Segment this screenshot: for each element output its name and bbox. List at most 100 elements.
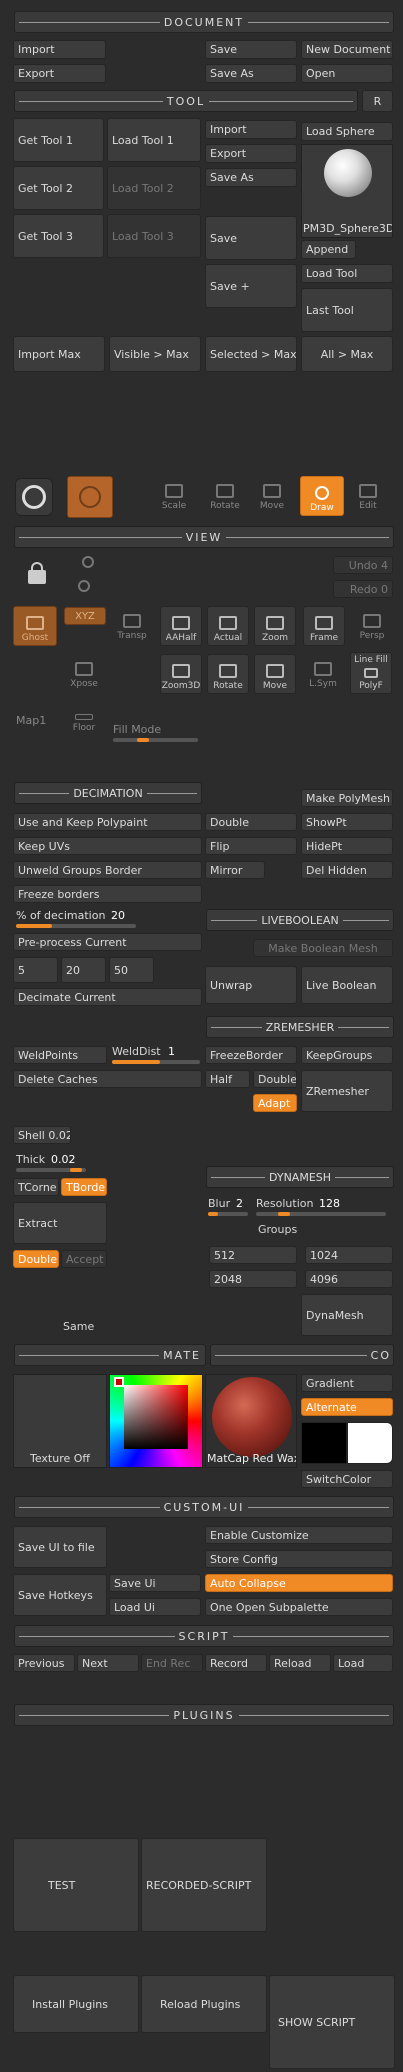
alternate-button[interactable]: Alternate: [301, 1398, 393, 1416]
freeze-borders-button[interactable]: Freeze borders: [13, 885, 202, 903]
get-tool-1-button[interactable]: Get Tool 1: [13, 118, 104, 162]
end-rec-button[interactable]: End Rec: [141, 1654, 203, 1672]
lock-icon[interactable]: [22, 560, 52, 588]
undo-button[interactable]: Undo 4: [333, 556, 393, 574]
make-polymesh-button[interactable]: Make PolyMesh: [301, 789, 393, 807]
redo-button[interactable]: Redo 0: [333, 580, 393, 598]
new-document-button[interactable]: New Document: [301, 40, 393, 59]
save-ui-button[interactable]: Save Ui: [109, 1574, 201, 1592]
preprocess-current-button[interactable]: Pre-process Current: [13, 933, 202, 951]
get-tool-3-button[interactable]: Get Tool 3: [13, 214, 104, 258]
use-keep-polypaint-button[interactable]: Use and Keep Polypaint: [13, 813, 202, 831]
color-header[interactable]: CO: [210, 1344, 394, 1366]
ghost-button[interactable]: Ghost: [13, 606, 57, 646]
document-export-button[interactable]: Export: [13, 64, 106, 83]
frame-button[interactable]: Frame: [303, 606, 345, 646]
switchcolor-button[interactable]: SwitchColor: [301, 1470, 393, 1488]
blur-slider[interactable]: Blur 2: [205, 1196, 251, 1218]
color-picker-saturation-square[interactable]: [124, 1385, 188, 1449]
get-tool-2-button[interactable]: Get Tool 2: [13, 166, 104, 210]
gradient-button[interactable]: Gradient: [301, 1374, 393, 1392]
tool-header[interactable]: TOOL: [14, 90, 358, 112]
recorded-script-button[interactable]: RECORDED-SCRIPT: [141, 1838, 267, 1932]
unweld-groups-border-button[interactable]: Unweld Groups Border: [13, 861, 202, 879]
document-import-button[interactable]: Import: [13, 40, 106, 59]
load-sphere-button[interactable]: Load Sphere: [301, 122, 393, 141]
resolution-4096-button[interactable]: 4096: [305, 1270, 393, 1288]
make-boolean-mesh-button[interactable]: Make Boolean Mesh: [253, 939, 393, 957]
tool-r-button[interactable]: R: [362, 90, 393, 112]
transp-button[interactable]: Transp: [112, 608, 152, 644]
visible-max-button[interactable]: Visible > Max: [109, 336, 201, 372]
secondary-color-swatch[interactable]: [347, 1422, 393, 1464]
decimate-preset-50-button[interactable]: 50: [109, 957, 154, 983]
store-config-button[interactable]: Store Config: [205, 1550, 393, 1568]
dynamesh-button[interactable]: DynaMesh: [301, 1294, 393, 1336]
tool-export-button[interactable]: Export: [205, 144, 297, 163]
load-tool-3-button[interactable]: Load Tool 3: [107, 214, 201, 258]
material-header[interactable]: MATE: [14, 1344, 206, 1366]
zremesher-button[interactable]: ZRemesher: [301, 1070, 393, 1112]
selected-max-button[interactable]: Selected > Max: [205, 336, 297, 372]
color-picker[interactable]: [109, 1374, 203, 1468]
load-tool-1-button[interactable]: Load Tool 1: [107, 118, 201, 162]
decimate-preset-20-button[interactable]: 20: [61, 957, 106, 983]
decimate-preset-5-button[interactable]: 5: [13, 957, 58, 983]
decimate-current-button[interactable]: Decimate Current: [13, 988, 202, 1006]
decimation-header[interactable]: DECIMATION: [14, 782, 202, 804]
brush-sphere-icon[interactable]: [67, 476, 113, 518]
load-tool-button[interactable]: Load Tool: [301, 264, 393, 283]
load-ui-button[interactable]: Load Ui: [109, 1598, 201, 1616]
thick-slider[interactable]: Thick 0.02: [13, 1152, 107, 1174]
load-tool-2-button[interactable]: Load Tool 2: [107, 166, 201, 210]
del-hidden-button[interactable]: Del Hidden: [301, 861, 393, 879]
flip-button[interactable]: Flip: [205, 837, 297, 855]
sphere-tool-thumbnail[interactable]: PM3D_Sphere3D: [301, 144, 393, 238]
view-move-button[interactable]: Move: [254, 654, 296, 694]
tool-import-button[interactable]: Import: [205, 120, 297, 139]
double-button[interactable]: Double: [205, 813, 297, 831]
one-open-subpalette-button[interactable]: One Open Subpalette: [205, 1598, 393, 1616]
xpose-button[interactable]: Xpose: [64, 656, 104, 692]
live-boolean-button[interactable]: Live Boolean: [301, 966, 393, 1004]
view-rotate-button[interactable]: Rotate: [207, 654, 249, 694]
test-button[interactable]: TEST: [13, 1838, 139, 1932]
resolution-2048-button[interactable]: 2048: [209, 1270, 297, 1288]
scale-mode-button[interactable]: Scale: [158, 478, 190, 514]
next-button[interactable]: Next: [77, 1654, 139, 1672]
extract-button[interactable]: Extract: [13, 1202, 107, 1244]
document-save-button[interactable]: Save: [205, 40, 297, 59]
welddist-slider[interactable]: WeldDist 1: [109, 1044, 202, 1066]
install-plugins-button[interactable]: Install Plugins: [13, 1975, 139, 2033]
reload-button[interactable]: Reload: [269, 1654, 331, 1672]
fill-mode-slider[interactable]: [113, 738, 198, 742]
mirror-button[interactable]: Mirror: [205, 861, 265, 879]
auto-collapse-button[interactable]: Auto Collapse: [205, 1574, 393, 1592]
unwrap-button[interactable]: Unwrap: [205, 966, 297, 1004]
accept-button[interactable]: Accept: [61, 1250, 107, 1268]
fill-mode-slider-handle[interactable]: [137, 738, 149, 742]
keep-uvs-button[interactable]: Keep UVs: [13, 837, 202, 855]
append-button[interactable]: Append: [301, 240, 356, 259]
liveboolean-header[interactable]: LIVEBOOLEAN: [206, 909, 394, 931]
keepgroups-button[interactable]: KeepGroups: [301, 1046, 393, 1064]
dynamesh-header[interactable]: DYNAMESH: [206, 1166, 394, 1188]
half-button[interactable]: Half: [205, 1070, 250, 1088]
import-max-button[interactable]: Import Max: [13, 336, 105, 372]
weldpoints-button[interactable]: WeldPoints: [13, 1046, 107, 1064]
shell-double-button[interactable]: Double: [13, 1250, 59, 1268]
document-open-button[interactable]: Open: [301, 64, 393, 83]
zoom3d-button[interactable]: Zoom3D: [160, 654, 202, 694]
resolution-1024-button[interactable]: 1024: [305, 1246, 393, 1264]
rotate-mode-button[interactable]: Rotate: [209, 478, 241, 514]
adapt-button[interactable]: Adapt: [253, 1094, 297, 1112]
last-tool-button[interactable]: Last Tool: [301, 288, 393, 332]
matcap-thumbnail[interactable]: MatCap Red Wax: [205, 1374, 297, 1468]
delete-caches-button[interactable]: Delete Caches: [13, 1070, 202, 1088]
freezeborder-button[interactable]: FreezeBorder: [205, 1046, 297, 1064]
floor-button[interactable]: Floor: [64, 708, 104, 736]
zoom-button[interactable]: Zoom: [254, 606, 296, 646]
record-button[interactable]: Record: [205, 1654, 267, 1672]
enable-customize-button[interactable]: Enable Customize: [205, 1526, 393, 1544]
decimation-percent-slider[interactable]: % of decimation 20: [13, 907, 202, 929]
